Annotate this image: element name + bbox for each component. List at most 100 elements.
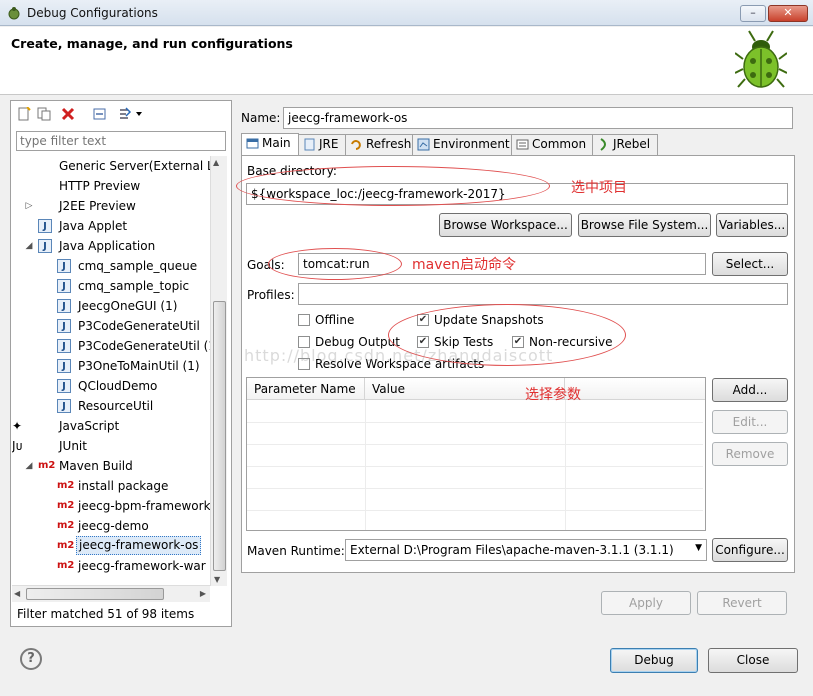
maven-icon: m2 (57, 540, 75, 551)
scroll-right-icon[interactable]: ▶ (200, 589, 206, 598)
debug-button[interactable]: Debug (610, 648, 698, 673)
revert-button[interactable]: Revert (697, 591, 787, 615)
tab-jrebel[interactable]: JRebel (592, 134, 658, 155)
tree-expand-icon[interactable]: ▷ (24, 196, 34, 216)
java-application-icon: J (38, 239, 52, 253)
offline-checkbox-box[interactable] (298, 314, 310, 326)
tree-item[interactable]: J P3OneToMainUtil (1) (12, 356, 210, 376)
name-label: Name: (241, 111, 281, 125)
tree-item[interactable]: Jcmq_sample_queue (12, 256, 210, 276)
tree-item-label: JeecgOneGUI (1) (78, 299, 178, 313)
annotation-goal: maven启动命令 (412, 257, 516, 273)
edit-parameter-button[interactable]: Edit... (712, 410, 788, 434)
tab-common-icon (516, 139, 529, 150)
tab-label: Common (532, 137, 587, 151)
select-goals-button[interactable]: Select... (712, 252, 788, 276)
tree-item[interactable]: Generic Server(External La (12, 156, 210, 176)
tree-item[interactable]: ▷ J2EE Preview (12, 196, 210, 216)
tree-item[interactable]: J ResourceUtil (12, 396, 210, 416)
close-window-button[interactable]: ✕ (768, 5, 808, 22)
tree-horizontal-scrollbar[interactable]: ◀ ▶ (12, 585, 210, 602)
close-button[interactable]: Close (708, 648, 798, 673)
chevron-down-icon[interactable]: ▼ (695, 543, 702, 553)
new-config-icon (18, 107, 31, 121)
tree-item[interactable]: J JeecgOneGUI (1) (12, 296, 210, 316)
tree-item[interactable]: ◢ m2 Maven Build (12, 456, 210, 476)
tree-item-label: jeecg-demo (78, 519, 149, 533)
offline-checkbox[interactable]: Offline (298, 312, 354, 328)
delete-config-button[interactable] (59, 105, 77, 123)
tree-item-label: Java Application (59, 239, 156, 253)
scroll-down-icon[interactable]: ▼ (214, 575, 220, 584)
name-input[interactable]: jeecg-framework-os (283, 107, 793, 129)
tree-item[interactable]: m2 install package (12, 476, 210, 496)
tree-item[interactable]: J Java Applet (12, 216, 210, 236)
watermark: http://blog.csdn.net/zhangdaiscott (244, 346, 554, 365)
profiles-input[interactable] (298, 283, 788, 305)
tree-item[interactable]: m2 jeecg-framework-war (12, 556, 210, 576)
scroll-up-icon[interactable]: ▲ (213, 158, 219, 167)
table-column-line (565, 400, 566, 530)
tree-item[interactable]: J QCloudDemo (12, 376, 210, 396)
configuration-tree: Generic Server(External La HTTP Preview ▷ J… (12, 156, 210, 586)
tree-item[interactable]: m2 jeecg-demo (12, 516, 210, 536)
tree-item[interactable]: Jᴜ JUnit (12, 436, 210, 456)
configure-runtime-button[interactable]: Configure... (712, 538, 788, 562)
filter-input[interactable] (16, 131, 226, 151)
tree-item-label: jeecg-framework-os (76, 536, 202, 555)
empty-header (565, 378, 705, 400)
profiles-label: Profiles: (247, 288, 295, 302)
maven-icon: m2 (57, 500, 75, 511)
maven-icon: m2 (57, 480, 75, 491)
tree-item-label: P3CodeGenerateUtil (1 (78, 339, 210, 353)
vertical-scroll-thumb[interactable] (213, 301, 226, 571)
java-class-icon: J (57, 359, 71, 373)
maven-icon: m2 (38, 460, 56, 471)
tree-item[interactable]: Jcmq_sample_topic (12, 276, 210, 296)
tab-jre[interactable]: JRE (298, 134, 346, 155)
tree-item-label: jeecg-framework-war (78, 559, 206, 573)
tree-item[interactable]: HTTP Preview (12, 176, 210, 196)
browse-workspace-button[interactable]: Browse Workspace... (439, 213, 572, 237)
tab-refresh[interactable]: Refresh (345, 134, 413, 155)
add-parameter-button[interactable]: Add... (712, 378, 788, 402)
maven-runtime-value: External D:\Program Files\apache-maven-3… (350, 543, 674, 557)
parameter-name-header[interactable]: Parameter Name (247, 378, 365, 400)
tree-item-label: ResourceUtil (78, 399, 154, 413)
tree-item-label: Maven Build (59, 459, 133, 473)
bug-logo-icon (735, 30, 787, 88)
parameters-table[interactable]: Parameter Name Value (246, 377, 706, 531)
maven-runtime-select[interactable]: External D:\Program Files\apache-maven-3… (345, 539, 707, 561)
tree-item[interactable]: m2 jeecg-bpm-framework (12, 496, 210, 516)
filter-menu-button[interactable] (115, 105, 147, 123)
remove-parameter-button[interactable]: Remove (712, 442, 788, 466)
tab-environment[interactable]: Environment (412, 134, 512, 155)
collapse-all-button[interactable] (91, 105, 109, 123)
tree-expand-icon[interactable]: ◢ (24, 456, 34, 476)
tab-common[interactable]: Common (511, 134, 593, 155)
annotation-params: 选择参数 (525, 387, 581, 403)
java-class-icon: J (57, 379, 71, 393)
tree-item[interactable]: ✦ JavaScript (12, 416, 210, 436)
tree-expand-icon[interactable]: ◢ (24, 236, 34, 256)
new-config-button[interactable] (15, 105, 33, 123)
apply-button[interactable]: Apply (601, 591, 691, 615)
tree-vertical-scrollbar[interactable]: ▲ ▼ (210, 156, 227, 586)
annotation-ellipse-goal (268, 248, 402, 280)
tree-item[interactable]: m2 jeecg-framework-os (12, 536, 210, 556)
scroll-left-icon[interactable]: ◀ (14, 589, 20, 598)
delete-icon (61, 107, 75, 121)
duplicate-config-button[interactable] (35, 105, 53, 123)
tree-item-label: jeecg-bpm-framework (78, 499, 210, 513)
tree-item[interactable]: ◢ J Java Application (12, 236, 210, 256)
tree-item-label: P3CodeGenerateUtil (78, 319, 200, 333)
browse-file-system-button[interactable]: Browse File System... (578, 213, 711, 237)
help-icon[interactable]: ? (20, 648, 42, 670)
minimize-button[interactable]: – (740, 5, 766, 22)
tree-item[interactable]: J P3CodeGenerateUtil (12, 316, 210, 336)
horizontal-scroll-thumb[interactable] (26, 588, 164, 600)
variables-button[interactable]: Variables... (716, 213, 788, 237)
tree-item[interactable]: J P3CodeGenerateUtil (1 (12, 336, 210, 356)
tab-main[interactable]: Main (241, 133, 299, 156)
offline-label: Offline (315, 313, 355, 327)
